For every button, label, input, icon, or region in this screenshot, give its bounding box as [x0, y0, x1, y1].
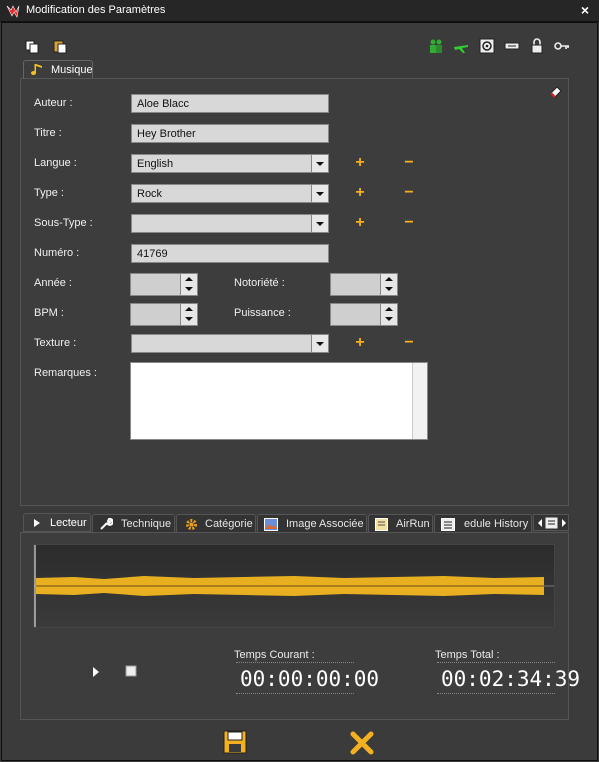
save-button[interactable]: [223, 730, 247, 754]
remarques-textarea[interactable]: [130, 362, 428, 440]
langue-value: English: [137, 158, 174, 170]
waveform-display[interactable]: [33, 544, 555, 628]
sous-type-select[interactable]: [131, 214, 329, 233]
texture-select[interactable]: [131, 334, 329, 353]
annee-label: Année :: [34, 277, 72, 289]
bpm-spinner[interactable]: [130, 303, 198, 326]
notoriete-label: Notoriété :: [234, 277, 285, 289]
tab-airrun-label: AirRun: [396, 518, 430, 530]
remove-sous-type-button[interactable]: −: [403, 215, 415, 231]
title-bar: Modification des Paramètres ×: [0, 0, 599, 22]
remarques-label: Remarques :: [34, 367, 97, 379]
music-note-icon: [31, 64, 42, 76]
titre-label: Titre :: [34, 127, 62, 139]
add-texture-button[interactable]: +: [354, 335, 366, 351]
play-icon[interactable]: [91, 666, 101, 678]
app-logo-icon: [6, 5, 20, 18]
texture-label: Texture :: [34, 337, 77, 349]
tab-schedule-history[interactable]: edule History: [434, 514, 532, 533]
list-icon: [441, 518, 455, 531]
waveform: [34, 545, 554, 627]
tab-technique[interactable]: Technique: [92, 514, 175, 533]
key-icon[interactable]: [554, 38, 570, 54]
tab-airrun[interactable]: AirRun: [368, 514, 433, 533]
notoriete-spinner[interactable]: [330, 273, 398, 296]
tab-musique[interactable]: Musique: [23, 60, 93, 79]
decrement-icon[interactable]: [380, 284, 397, 295]
type-value: Rock: [137, 188, 163, 200]
tab-musique-label: Musique: [51, 64, 93, 76]
titre-input[interactable]: Hey Brother: [131, 124, 329, 143]
plane-icon[interactable]: [453, 38, 469, 54]
auteur-input[interactable]: Aloe Blacc: [131, 94, 329, 113]
langue-select[interactable]: English: [131, 154, 329, 173]
temps-courant-display: 00:00:00:00: [236, 662, 379, 694]
close-window-button[interactable]: ×: [581, 2, 589, 18]
tab-schedule-history-label: edule History: [464, 518, 529, 530]
temps-courant-value: 00:00:00:00: [240, 667, 380, 691]
temps-total-value: 00:02:34:39: [441, 667, 581, 691]
numero-input[interactable]: 41769: [131, 244, 329, 263]
window-title: Modification des Paramètres: [26, 4, 166, 16]
paste-icon[interactable]: [52, 38, 68, 54]
decrement-icon[interactable]: [380, 314, 397, 325]
tag-icon[interactable]: [504, 38, 520, 54]
chevron-down-icon[interactable]: [311, 215, 328, 232]
tab-lecteur-label: Lecteur: [50, 517, 87, 529]
remove-type-button[interactable]: −: [403, 185, 415, 201]
gear-icon: [186, 519, 197, 530]
people-icon[interactable]: [428, 38, 444, 54]
image-icon: [264, 518, 278, 531]
list-icon[interactable]: [545, 517, 558, 529]
tab-image-associee[interactable]: Image Associée: [257, 514, 367, 533]
auteur-label: Auteur :: [34, 97, 73, 109]
numero-label: Numéro :: [34, 247, 80, 259]
bpm-label: BPM :: [34, 307, 64, 319]
lock-icon[interactable]: [529, 38, 545, 54]
type-select[interactable]: Rock: [131, 184, 329, 203]
tab-technique-label: Technique: [121, 518, 172, 530]
cancel-button[interactable]: [350, 731, 374, 755]
chevron-down-icon[interactable]: [311, 335, 328, 352]
temps-total-label: Temps Total :: [435, 649, 500, 661]
chevron-left-icon[interactable]: [536, 518, 544, 528]
annee-spinner[interactable]: [130, 273, 198, 296]
chevron-down-icon[interactable]: [311, 185, 328, 202]
tab-image-associee-label: Image Associée: [286, 518, 364, 530]
eraser-icon[interactable]: [549, 84, 563, 98]
add-sous-type-button[interactable]: +: [354, 215, 366, 231]
sous-type-label: Sous-Type :: [34, 217, 93, 229]
tab-categorie[interactable]: Catégorie: [176, 514, 256, 533]
tab-scroll-control[interactable]: [533, 514, 569, 531]
add-type-button[interactable]: +: [354, 185, 366, 201]
copy-icon[interactable]: [24, 39, 40, 55]
tab-categorie-label: Catégorie: [205, 518, 253, 530]
type-label: Type :: [34, 187, 64, 199]
langue-label: Langue :: [34, 157, 77, 169]
chevron-right-icon[interactable]: [560, 518, 568, 528]
wrench-icon: [100, 517, 113, 530]
decrement-icon[interactable]: [180, 284, 197, 295]
add-langue-button[interactable]: +: [354, 155, 366, 171]
document-icon: [375, 518, 388, 531]
chevron-down-icon[interactable]: [311, 155, 328, 172]
tab-lecteur[interactable]: Lecteur: [23, 513, 91, 532]
speaker-icon[interactable]: [479, 38, 495, 54]
temps-total-display: 00:02:34:39: [437, 662, 580, 694]
stop-icon[interactable]: [125, 665, 137, 677]
play-icon: [34, 519, 40, 527]
puissance-label: Puissance :: [234, 307, 291, 319]
temps-courant-label: Temps Courant :: [234, 649, 315, 661]
remove-langue-button[interactable]: −: [403, 155, 415, 171]
puissance-spinner[interactable]: [330, 303, 398, 326]
remove-texture-button[interactable]: −: [403, 335, 415, 351]
decrement-icon[interactable]: [180, 314, 197, 325]
scrollbar[interactable]: [412, 363, 427, 439]
